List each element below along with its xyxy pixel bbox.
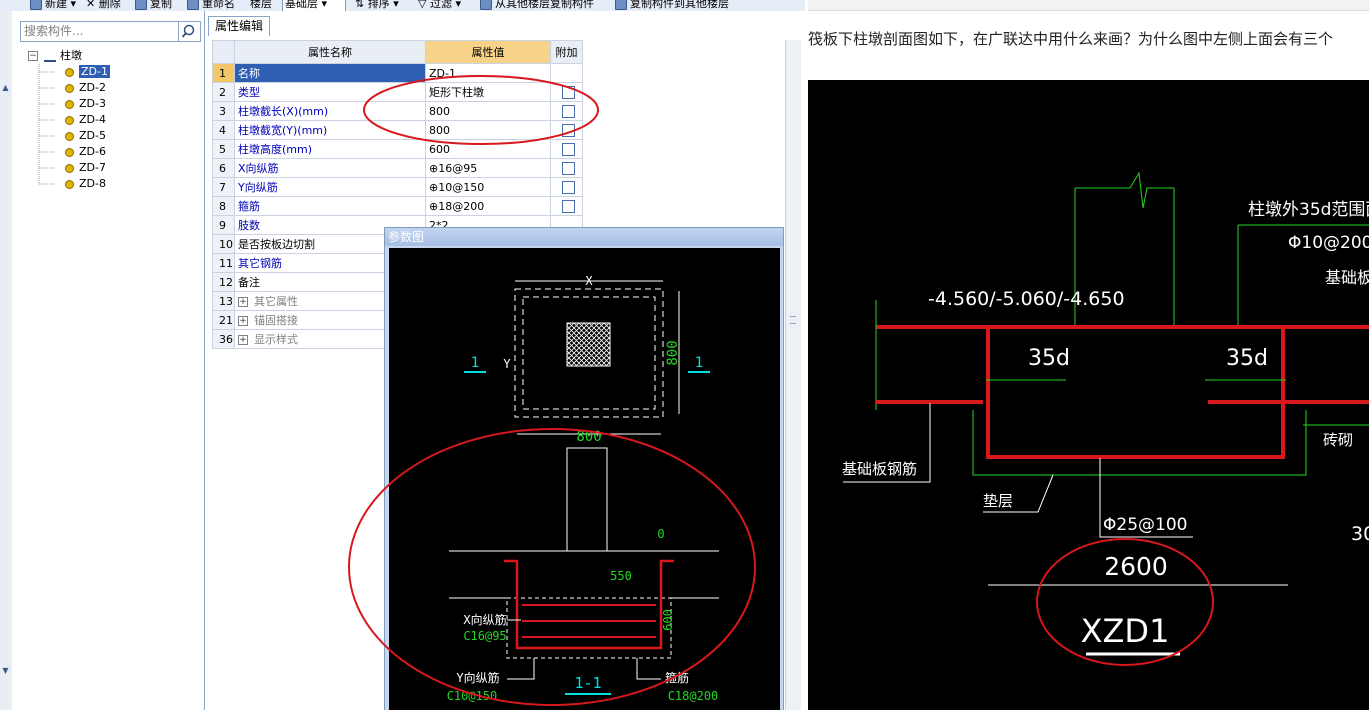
search-input[interactable]: 搜索构件... [20,21,179,42]
column-header-extra[interactable]: 附加 [550,40,583,64]
annotation-ellipse [363,75,599,145]
delete-icon: ✕ [86,0,99,10]
component-icon [65,163,74,173]
table-row[interactable]: 8 箍筋 ⊕18@200 [212,196,583,216]
copy-icon [135,0,147,10]
section-mark-left: 1 [471,355,479,371]
component-icon [65,179,74,189]
plan-dim-y: 800 [665,340,681,365]
cad-slab-rebar: 基础板钢筋 [842,460,917,478]
copy-from-floor-button[interactable]: 从其他楼层复制构件 [480,0,594,11]
cad-note-3: 基础板分 [1325,268,1369,287]
tree-item-zd-1[interactable]: ZD-1 [65,64,110,80]
param-window-title[interactable]: 参数图 [385,228,783,246]
cad-note-2: Φ10@200 [1288,233,1369,253]
scroll-grip-icon[interactable] [790,316,796,324]
tree-root[interactable]: − 柱墩 [28,48,82,64]
search-button[interactable] [179,21,201,42]
filter-button[interactable]: ▽ 过滤 ▾ [418,0,461,11]
component-icon [65,147,74,157]
cad-anchor-right: 35d [1226,346,1268,371]
section-mark-right: 1 [695,355,703,371]
rename-button[interactable]: 重命名 [187,0,235,11]
column-header-name[interactable]: 属性名称 [234,40,426,64]
extra-checkbox[interactable] [562,180,575,194]
cad-side: 30 [1351,523,1369,545]
expand-icon[interactable]: + [238,297,248,307]
cad-cushion: 垫层 [983,492,1013,510]
delete-button[interactable]: ✕ 删除 [86,0,121,11]
tree-item-zd-4[interactable]: ZD-4 [65,112,106,128]
plan-y-label: Y [503,357,511,371]
floor-label: 楼层 [250,0,272,10]
copy-to-icon [615,0,627,10]
question-text: 筏板下柱墩剖面图如下，在广联达中用什么来画？为什么图中左侧上面会有三个 [808,30,1334,48]
tree-item-zd-5[interactable]: ZD-5 [65,128,106,144]
tree-item-zd-7[interactable]: ZD-7 [65,160,106,176]
component-icon [65,99,74,109]
plan-x-label: X [585,274,593,288]
property-vertical-scrollbar[interactable] [785,40,801,710]
value-cell[interactable]: ⊕10@150 [425,177,551,197]
cad-elevation: -4.560/-5.060/-4.650 [928,288,1125,310]
cad-width: 2600 [1104,552,1168,581]
filter-icon: ▽ [418,0,430,10]
tab-property-edit[interactable]: 属性编辑 [208,16,270,36]
table-row[interactable]: 7 Y向纵筋 ⊕10@150 [212,177,583,197]
browser-bookmarks-bar [808,0,1369,11]
grid-corner [212,40,235,64]
extra-checkbox[interactable] [562,199,575,213]
table-row[interactable]: 6 X向纵筋 ⊕16@95 [212,158,583,178]
value-cell[interactable]: ⊕18@200 [425,196,551,216]
rename-icon [187,0,199,10]
column-header-value[interactable]: 属性值 [425,40,551,64]
sort-button[interactable]: ⇅ 排序 ▾ [355,0,399,11]
cad-note-1: 柱墩外35d范围面筋 [1248,200,1369,220]
scroll-up-icon[interactable]: ▲ [1,83,10,93]
cad-drawing-svg: -4.560/-5.060/-4.650 柱墩外35d范围面筋 Φ10@200 … [842,171,1369,666]
scroll-down-icon[interactable]: ▼ [1,666,10,676]
expand-icon[interactable]: + [238,335,248,345]
tree-item-zd-2[interactable]: ZD-2 [65,80,106,96]
component-icon [65,131,74,141]
copy-button[interactable]: 复制 [135,0,172,11]
component-icon [65,83,74,93]
extra-checkbox[interactable] [562,161,575,175]
collapse-icon[interactable]: − [28,51,38,61]
expand-icon[interactable]: + [238,316,248,326]
new-icon [30,0,42,10]
tree-item-zd-8[interactable]: ZD-8 [65,176,106,192]
annotation-ellipse-section [348,428,756,706]
pier-icon [44,50,56,62]
cad-anchor-left: 35d [1028,346,1070,371]
cad-name: XZD1 [1081,612,1170,650]
cad-brick: 砖砌 [1323,431,1353,449]
cad-bottom-rebar: Φ25@100 [1103,515,1187,535]
search-icon [181,24,195,38]
copy-from-icon [480,0,492,10]
value-cell[interactable]: ⊕16@95 [425,158,551,178]
component-icon [65,115,74,125]
app-window: 新建 ▾ ✕ 删除 复制 重命名 楼层 基础层 ▾ ⇅ 排序 ▾ ▽ 过滤 ▾ … [0,0,805,710]
copy-to-floor-button[interactable]: 复制构件到其他楼层 [615,0,729,11]
cad-drawing: -4.560/-5.060/-4.650 柱墩外35d范围面筋 Φ10@200 … [808,80,1369,710]
sort-icon: ⇅ [355,0,368,10]
new-button[interactable]: 新建 ▾ [30,0,76,11]
grid-header-row: 属性名称 属性值 附加 [212,40,583,64]
tree-item-zd-3[interactable]: ZD-3 [65,96,106,112]
tree-item-zd-6[interactable]: ZD-6 [65,144,106,160]
component-icon [65,67,74,77]
